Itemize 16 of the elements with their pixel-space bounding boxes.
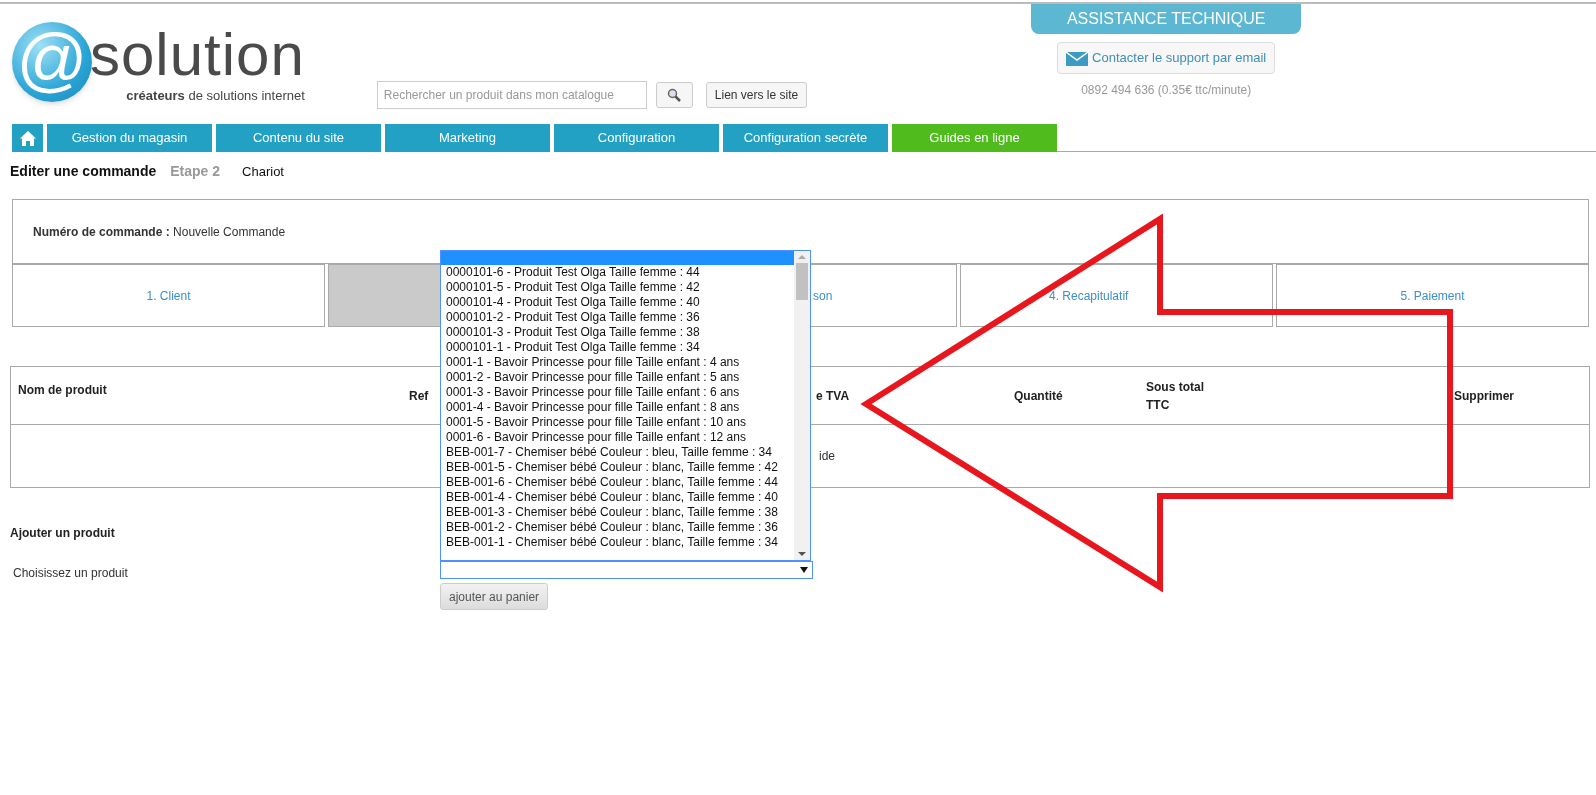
section-label: Chariot xyxy=(242,163,284,181)
column-header: Sous total TTC xyxy=(1146,378,1205,414)
column-header: Quantité xyxy=(1014,387,1063,405)
logo: @solution créateurs de solutions internet xyxy=(12,22,305,124)
choose-product-label: Choisissez un produit xyxy=(13,565,128,582)
order-number: Numéro de commande : Nouvelle Commande xyxy=(33,223,286,241)
column-header: Ref xyxy=(409,387,429,405)
step-indicator: Etape 2 xyxy=(170,162,221,181)
support-title: ASSISTANCE TECHNIQUE xyxy=(1031,4,1302,34)
support-phone: 0892 494 636 (0.35€ ttc/minute) xyxy=(1081,82,1252,99)
page-title: Editer une commande xyxy=(10,162,157,181)
column-header: e TVA xyxy=(815,387,850,405)
empty-cart-text: ide xyxy=(819,448,835,465)
column-header: Nom de produit xyxy=(17,382,107,399)
column-header: Supprimer xyxy=(1454,387,1514,405)
add-product-title: Ajouter un produit xyxy=(10,525,115,542)
